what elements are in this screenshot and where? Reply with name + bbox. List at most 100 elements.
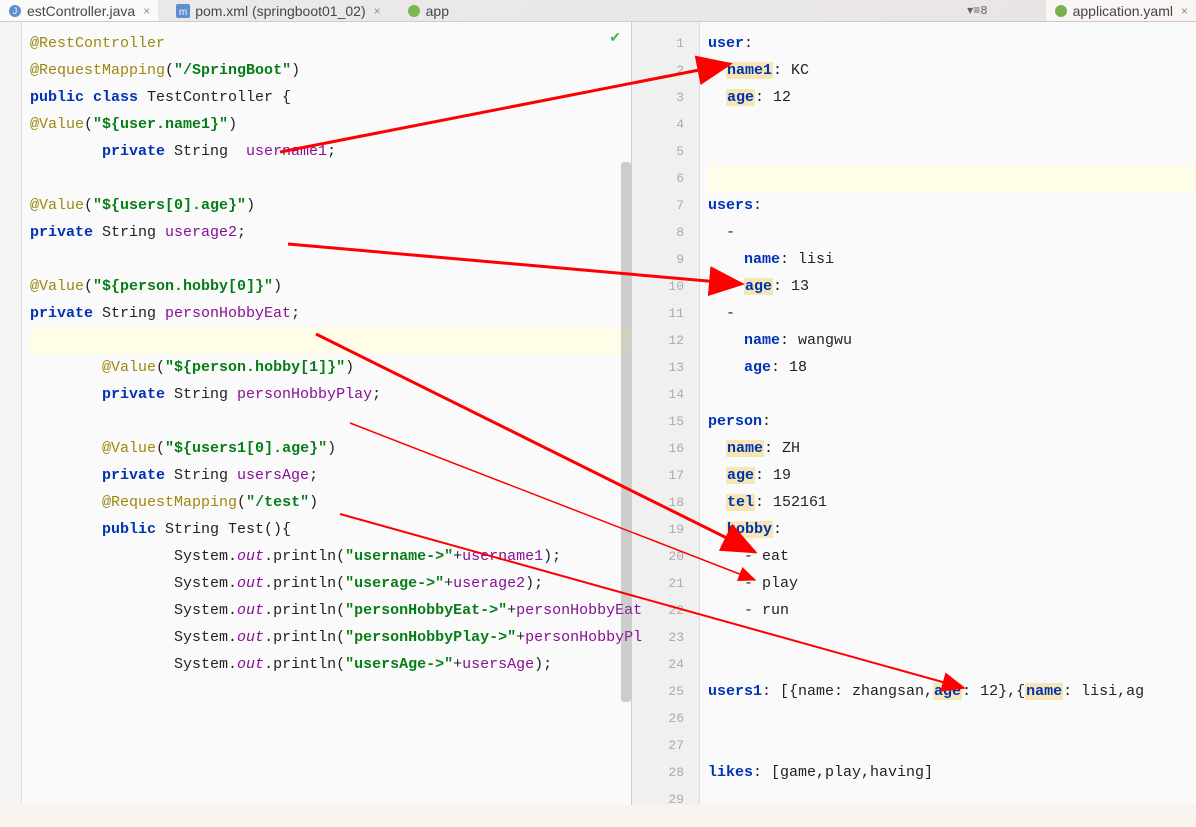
line-number: 13 [632, 354, 684, 381]
code-line[interactable]: user: [708, 30, 1196, 57]
code-line[interactable]: @Value("${users1[0].age}") [30, 435, 631, 462]
code-line[interactable] [30, 246, 631, 273]
line-number: 24 [632, 651, 684, 678]
tab-testcontroller[interactable]: J estController.java × [0, 0, 158, 21]
code-line[interactable] [30, 327, 631, 354]
code-line[interactable]: tel: 152161 [708, 489, 1196, 516]
code-line[interactable]: name1: KC [708, 57, 1196, 84]
code-line[interactable]: @Value("${person.hobby[1]}") [30, 354, 631, 381]
code-line[interactable]: private String usersAge; [30, 462, 631, 489]
code-line[interactable] [708, 138, 1196, 165]
java-editor[interactable]: ✔ @RestController@RequestMapping("/Sprin… [0, 22, 632, 805]
code-line[interactable]: System.out.println("userage->"+userage2)… [30, 570, 631, 597]
line-number: 25 [632, 678, 684, 705]
code-line[interactable]: @RequestMapping("/test") [30, 489, 631, 516]
code-line[interactable] [708, 732, 1196, 759]
maven-file-icon: m [176, 4, 190, 18]
spring-file-icon [1054, 4, 1068, 18]
code-line[interactable]: name: lisi [708, 246, 1196, 273]
java-file-icon: J [8, 4, 22, 18]
code-line[interactable]: @Value("${person.hobby[0]}") [30, 273, 631, 300]
code-line[interactable] [708, 705, 1196, 732]
code-line[interactable] [708, 111, 1196, 138]
code-line[interactable]: age: 13 [708, 273, 1196, 300]
spring-file-icon [407, 4, 421, 18]
code-line[interactable]: age: 12 [708, 84, 1196, 111]
code-line[interactable]: System.out.println("personHobbyEat->"+pe… [30, 597, 631, 624]
code-line[interactable]: users: [708, 192, 1196, 219]
line-number: 20 [632, 543, 684, 570]
code-line[interactable]: @RestController [30, 30, 631, 57]
code-line[interactable]: hobby: [708, 516, 1196, 543]
code-line[interactable] [708, 786, 1196, 813]
code-line[interactable]: @Value("${users[0].age}") [30, 192, 631, 219]
code-line[interactable]: age: 18 [708, 354, 1196, 381]
java-code-area[interactable]: @RestController@RequestMapping("/SpringB… [0, 22, 631, 678]
tab-pom[interactable]: m pom.xml (springboot01_02) × [168, 0, 388, 21]
close-icon[interactable]: × [1181, 4, 1188, 18]
code-line[interactable]: System.out.println("usersAge->"+usersAge… [30, 651, 631, 678]
line-number: 26 [632, 705, 684, 732]
editor-tabs: J estController.java × m pom.xml (spring… [0, 0, 1196, 22]
code-line[interactable]: users1: [{name: zhangsan,age: 12},{name:… [708, 678, 1196, 705]
line-number: 19 [632, 516, 684, 543]
code-line[interactable]: person: [708, 408, 1196, 435]
code-line[interactable]: private String personHobbyPlay; [30, 381, 631, 408]
line-number: 5 [632, 138, 684, 165]
line-number: 9 [632, 246, 684, 273]
line-number: 27 [632, 732, 684, 759]
code-line[interactable]: likes: [game,play,having] [708, 759, 1196, 786]
line-number: 2 [632, 57, 684, 84]
code-line[interactable] [708, 624, 1196, 651]
analysis-ok-icon: ✔ [609, 30, 621, 47]
code-line[interactable]: - run [708, 597, 1196, 624]
yaml-editor[interactable]: 1234567891011121314151617181920212223242… [632, 22, 1196, 805]
svg-text:J: J [13, 6, 18, 16]
code-line[interactable]: - [708, 300, 1196, 327]
code-line[interactable]: - play [708, 570, 1196, 597]
line-number: 18 [632, 489, 684, 516]
code-line[interactable]: private String userage2; [30, 219, 631, 246]
code-line[interactable]: System.out.println("username->"+username… [30, 543, 631, 570]
code-line[interactable]: public class TestController { [30, 84, 631, 111]
line-number: 7 [632, 192, 684, 219]
line-number: 28 [632, 759, 684, 786]
yaml-code-area[interactable]: user: name1: KC age: 12 users: - name: li… [700, 22, 1196, 805]
code-line[interactable] [30, 408, 631, 435]
code-line[interactable]: name: ZH [708, 435, 1196, 462]
line-number: 16 [632, 435, 684, 462]
code-line[interactable]: System.out.println("personHobbyPlay->"+p… [30, 624, 631, 651]
code-line[interactable]: @RequestMapping("/SpringBoot") [30, 57, 631, 84]
line-number: 15 [632, 408, 684, 435]
code-line[interactable]: @Value("${user.name1}") [30, 111, 631, 138]
code-line[interactable]: private String personHobbyEat; [30, 300, 631, 327]
code-line[interactable] [30, 165, 631, 192]
line-number: 10 [632, 273, 684, 300]
tab-label: pom.xml (springboot01_02) [195, 3, 365, 19]
editor-split: ✔ @RestController@RequestMapping("/Sprin… [0, 22, 1196, 805]
code-line[interactable] [708, 651, 1196, 678]
line-number: 6 [632, 165, 684, 192]
close-icon[interactable]: × [374, 4, 381, 18]
code-line[interactable] [708, 381, 1196, 408]
code-line[interactable]: - eat [708, 543, 1196, 570]
line-number: 4 [632, 111, 684, 138]
code-line[interactable]: - [708, 219, 1196, 246]
line-number: 17 [632, 462, 684, 489]
fold-gutter [0, 22, 22, 805]
line-number: 8 [632, 219, 684, 246]
line-number: 11 [632, 300, 684, 327]
code-line[interactable]: age: 19 [708, 462, 1196, 489]
close-icon[interactable]: × [143, 4, 150, 18]
tab-application-yaml[interactable]: application.yaml × [1046, 0, 1196, 21]
tab-overflow[interactable]: ▾≡8 [967, 3, 987, 18]
code-line[interactable] [708, 165, 1196, 192]
line-number: 14 [632, 381, 684, 408]
tab-label: app [426, 3, 449, 19]
line-number: 12 [632, 327, 684, 354]
code-line[interactable]: name: wangwu [708, 327, 1196, 354]
tab-app-left[interactable]: app [399, 0, 457, 21]
code-line[interactable]: private String username1; [30, 138, 631, 165]
code-line[interactable]: public String Test(){ [30, 516, 631, 543]
scrollbar-vertical[interactable] [621, 162, 631, 702]
